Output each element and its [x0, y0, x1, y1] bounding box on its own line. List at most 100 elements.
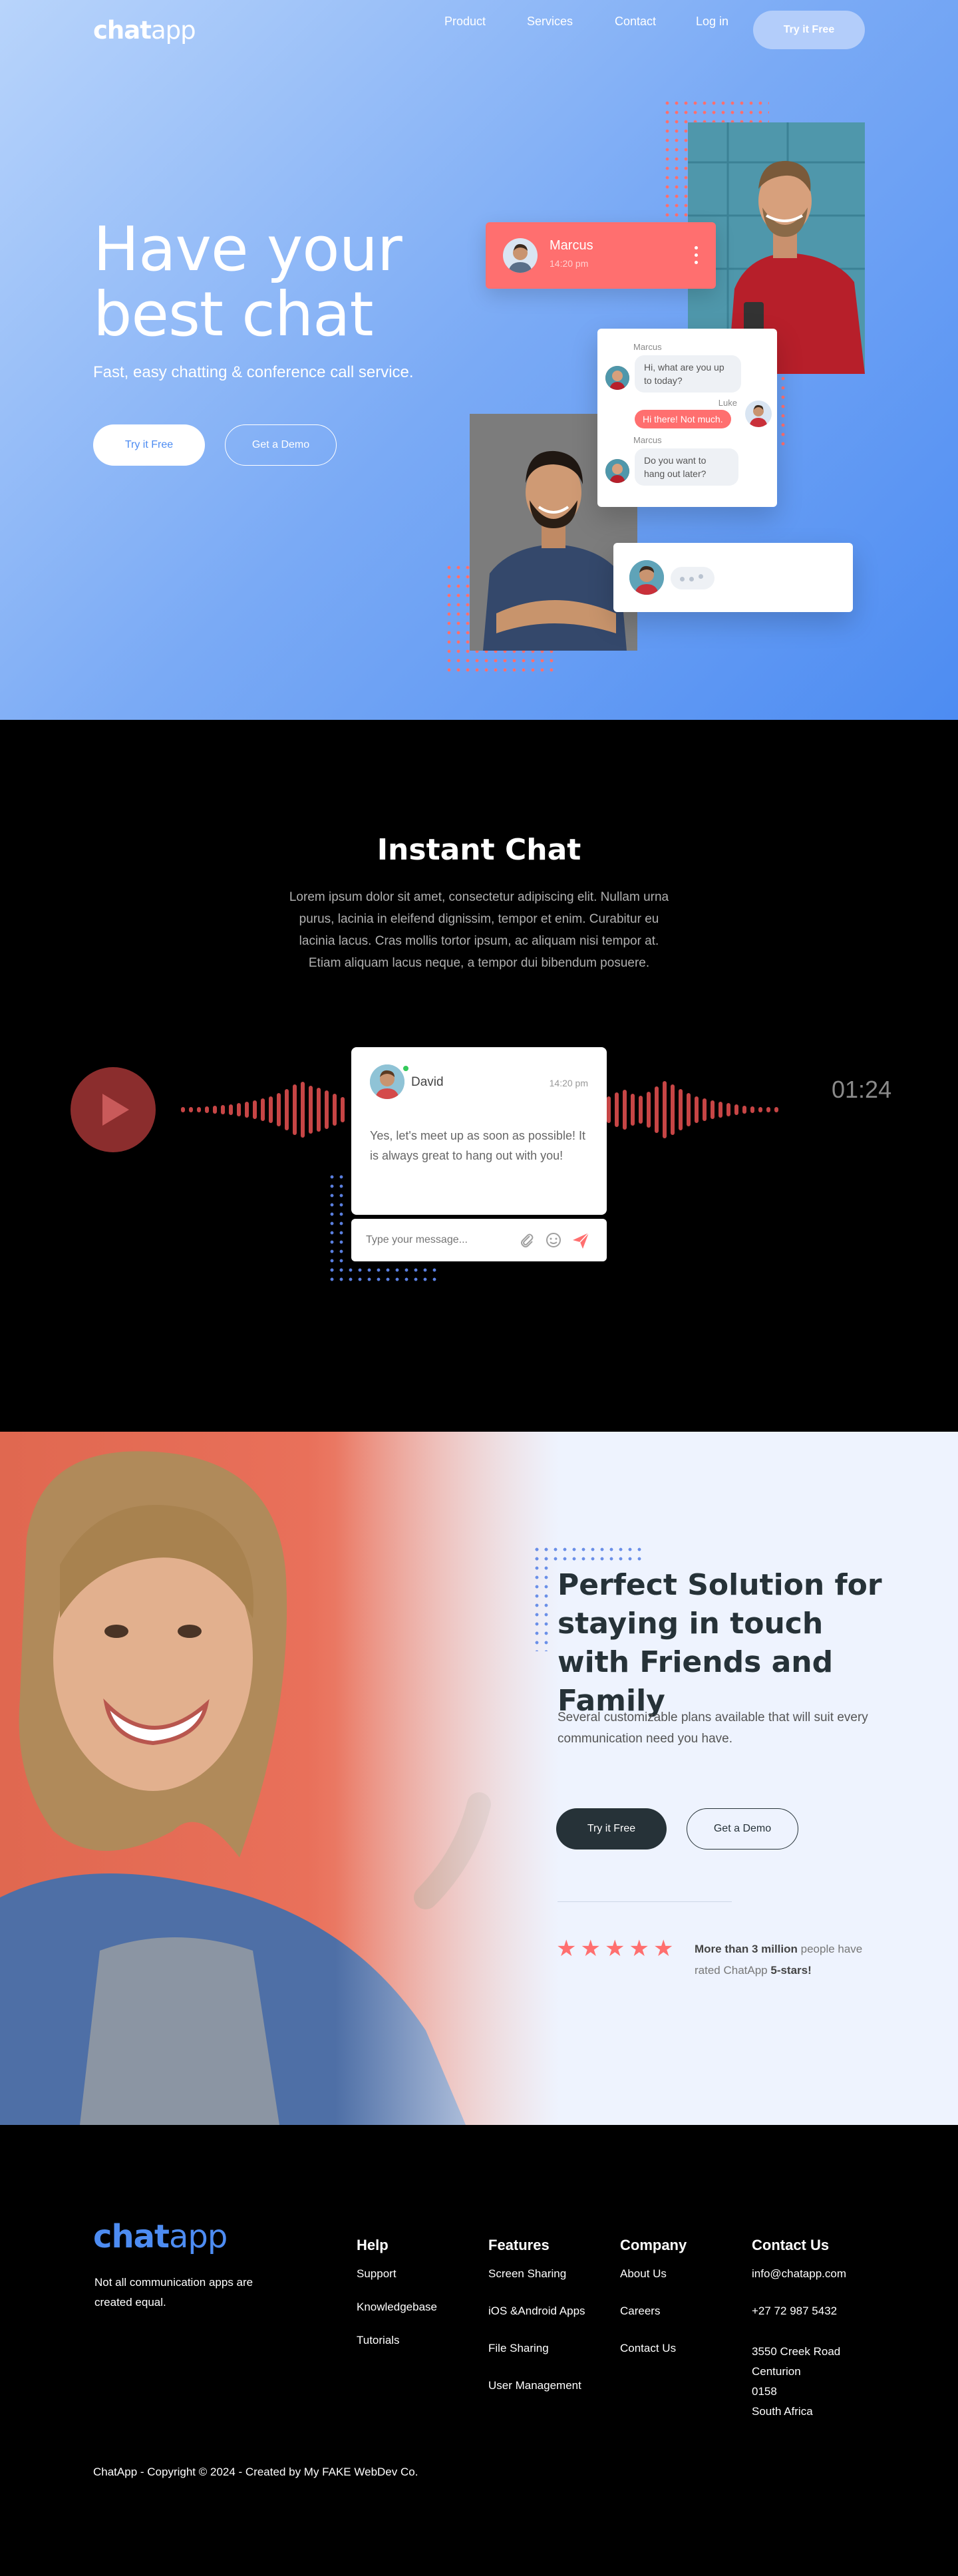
waveform-bar — [293, 1084, 297, 1135]
message-bubble: Hi, what are you up to today? — [635, 355, 741, 393]
section-paragraph: Several customizable plans available tha… — [558, 1710, 868, 1746]
message-sender: Luke — [718, 398, 737, 408]
message-text: Yes, let's meet up as soon as possible! … — [370, 1129, 585, 1162]
waveform-bar — [205, 1106, 209, 1113]
avatar — [605, 459, 629, 483]
brand-logo-bold: chat — [93, 16, 152, 45]
waveform-bar — [742, 1106, 746, 1114]
waveform-bar — [607, 1096, 611, 1123]
footer-col-title: Features — [488, 2237, 550, 2253]
waveform-bar — [639, 1096, 643, 1124]
footer-link-careers[interactable]: Careers — [620, 2305, 687, 2342]
audio-waveform-right — [607, 1076, 782, 1143]
brand-logo-light: app — [168, 2218, 228, 2255]
message-bubble: Hi there! Not much. — [635, 410, 731, 428]
decor-dots — [327, 1265, 440, 1284]
section-title: Instant Chat — [377, 833, 581, 867]
waveform-bar — [726, 1103, 730, 1116]
emoji-icon[interactable] — [544, 1231, 563, 1252]
waveform-bar — [631, 1094, 635, 1126]
footer-phone-link[interactable]: +27 72 987 5432 — [752, 2305, 846, 2342]
section-paragraph: Lorem ipsum dolor sit amet, consectetur … — [289, 890, 669, 970]
message-sender: David — [411, 1075, 444, 1089]
divider — [558, 1901, 732, 1902]
photo-fade-overlay — [0, 1432, 559, 2125]
star-icon: ★ — [556, 1935, 577, 1962]
brand-logo-bold: chat — [93, 2218, 170, 2255]
nav-product[interactable]: Product — [444, 15, 491, 29]
play-icon — [102, 1094, 129, 1126]
more-options-icon[interactable] — [695, 246, 699, 268]
waveform-bar — [229, 1104, 233, 1115]
footer-link-file-sharing[interactable]: File Sharing — [488, 2342, 585, 2379]
footer-col-help: Help Support Knowledgebase Tutorials — [357, 2237, 437, 2367]
footer-link-about[interactable]: About Us — [620, 2267, 687, 2305]
audio-timer: 01:24 — [832, 1076, 892, 1103]
footer-col-contact: Contact Us info@chatapp.com +27 72 987 5… — [752, 2237, 846, 2422]
footer-logo[interactable]: chatapp — [93, 2218, 228, 2255]
footer-col-title: Help — [357, 2237, 389, 2253]
marcus-time: 14:20 pm — [550, 258, 589, 269]
waveform-bar — [197, 1107, 201, 1112]
perfect-solution-section: Perfect Solution for staying in touch wi… — [0, 1432, 958, 2125]
online-status-icon — [402, 1064, 410, 1072]
footer-link-screen-sharing[interactable]: Screen Sharing — [488, 2267, 585, 2305]
avatar — [629, 560, 664, 595]
waveform-bar — [623, 1090, 627, 1130]
copyright: ChatApp - Copyright © 2024 - Created by … — [93, 2466, 418, 2478]
footer-link-knowledgebase[interactable]: Knowledgebase — [357, 2301, 437, 2334]
footer-link-contact[interactable]: Contact Us — [620, 2342, 687, 2379]
waveform-bar — [253, 1100, 257, 1119]
avatar — [745, 401, 772, 427]
hero-try-free-button[interactable]: Try it Free — [93, 424, 205, 466]
nav-try-free-button[interactable]: Try it Free — [753, 11, 865, 49]
footer-col-title: Company — [620, 2237, 687, 2253]
waveform-bar — [261, 1098, 265, 1121]
waveform-bar — [213, 1106, 217, 1114]
message-time: 14:20 pm — [549, 1078, 588, 1088]
footer-address: 3550 Creek Road Centurion 0158 South Afr… — [752, 2342, 846, 2422]
try-free-button[interactable]: Try it Free — [556, 1808, 667, 1850]
rating-count: More than 3 million — [695, 1943, 798, 1955]
footer-col-features: Features Screen Sharing iOS &Android App… — [488, 2237, 585, 2416]
waveform-bar — [663, 1081, 667, 1138]
play-button[interactable] — [71, 1067, 156, 1152]
star-icon: ★ — [604, 1935, 625, 1962]
rating-stars: ★ ★ ★ ★ ★ — [556, 1937, 677, 1960]
waveform-bar — [679, 1089, 683, 1130]
footer-link-support[interactable]: Support — [357, 2267, 437, 2301]
marcus-call-card[interactable]: Marcus 14:20 pm — [486, 222, 716, 289]
waveform-bar — [671, 1084, 675, 1135]
decor-dots — [327, 1172, 346, 1279]
hero-demo-button[interactable]: Get a Demo — [225, 424, 337, 466]
waveform-bar — [711, 1100, 715, 1119]
avatar — [605, 366, 629, 390]
waveform-bar — [317, 1088, 321, 1132]
footer-email-link[interactable]: info@chatapp.com — [752, 2267, 846, 2305]
waveform-bar — [309, 1086, 313, 1134]
waveform-bar — [221, 1105, 225, 1114]
brand-logo[interactable]: chatapp — [93, 16, 196, 45]
star-icon: ★ — [629, 1935, 649, 1962]
nav-services[interactable]: Services — [527, 15, 580, 29]
waveform-bar — [245, 1102, 249, 1118]
decor-dots — [532, 1545, 551, 1651]
waveform-bar — [615, 1092, 619, 1127]
waveform-bar — [237, 1103, 241, 1116]
send-icon[interactable] — [571, 1231, 591, 1253]
address-line: South Africa — [752, 2405, 813, 2418]
footer-link-apps[interactable]: iOS &Android Apps — [488, 2305, 585, 2342]
footer-link-tutorials[interactable]: Tutorials — [357, 2334, 437, 2367]
audio-waveform-left — [181, 1076, 349, 1143]
nav-contact[interactable]: Contact — [615, 15, 661, 29]
demo-button[interactable]: Get a Demo — [687, 1808, 798, 1850]
brand-logo-light: app — [150, 16, 196, 45]
waveform-bar — [758, 1107, 762, 1112]
footer-link-user-management[interactable]: User Management — [488, 2379, 585, 2416]
waveform-bar — [325, 1090, 329, 1129]
star-icon: ★ — [653, 1935, 674, 1962]
message-input[interactable] — [366, 1229, 499, 1251]
nav-login[interactable]: Log in — [696, 15, 736, 29]
attachment-icon[interactable] — [518, 1231, 536, 1252]
waveform-bar — [774, 1107, 778, 1112]
